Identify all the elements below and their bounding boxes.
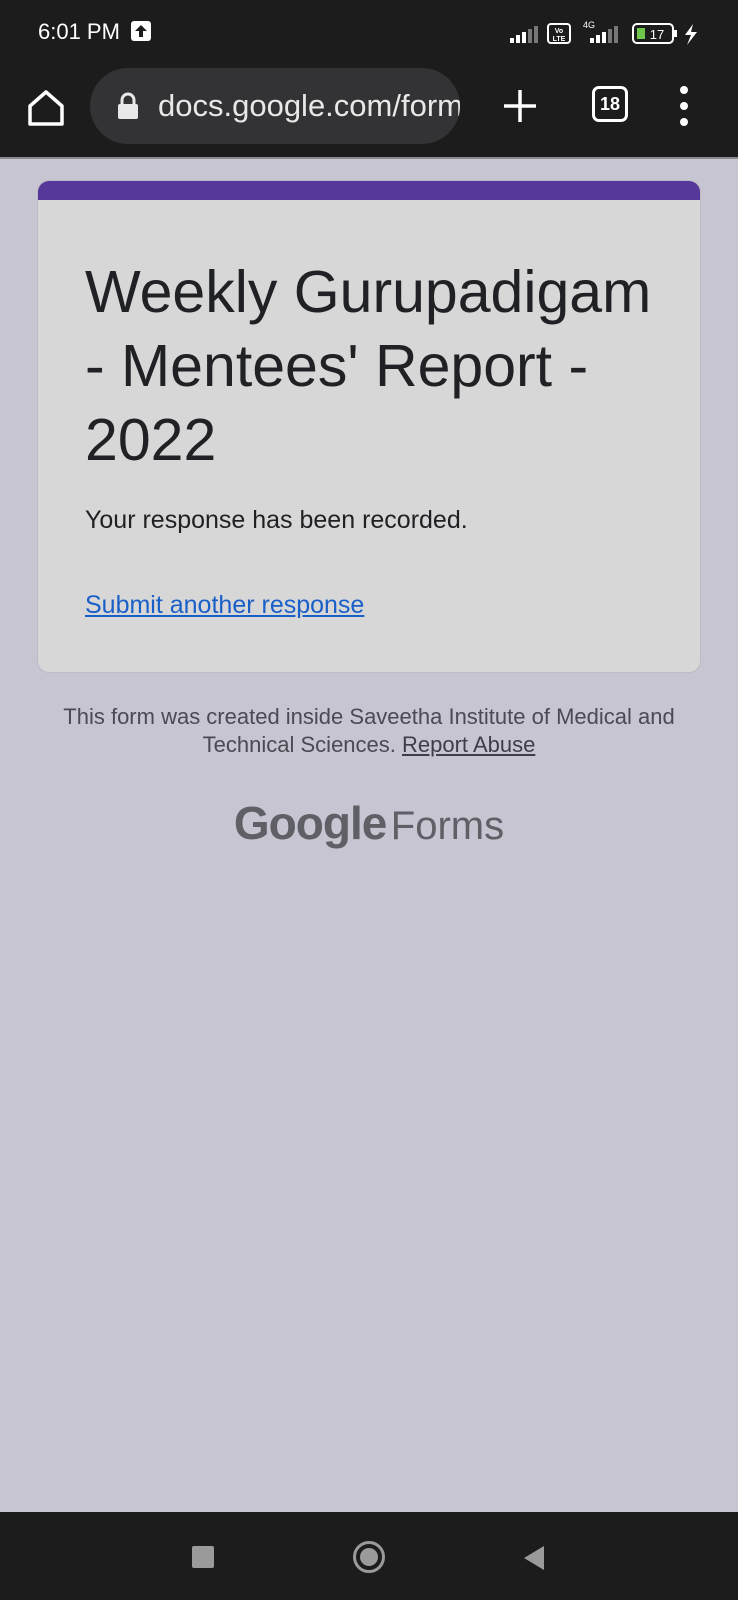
form-title: Weekly Gurupadigam - Mentees' Report - 2… (85, 259, 652, 473)
toolbar-divider (0, 157, 738, 159)
submit-another-response-link[interactable]: Submit another response (85, 591, 364, 620)
form-response-card: Weekly Gurupadigam - Mentees' Report - 2… (37, 180, 701, 673)
status-bar: 6:01 PM Vo LTE 4G 17 (0, 0, 738, 64)
browser-toolbar: docs.google.com/forms 18 (0, 64, 738, 158)
recents-button[interactable] (192, 1546, 214, 1568)
brand-google: Google (233, 797, 387, 849)
plus-icon[interactable] (500, 86, 540, 126)
more-vert-icon[interactable] (672, 84, 696, 128)
battery-level: 17 (650, 27, 664, 42)
url-bar[interactable]: docs.google.com/forms (90, 68, 460, 144)
google-forms-logo[interactable]: Google Forms (0, 796, 738, 850)
footer-created-text: This form was created inside Saveetha In… (63, 704, 675, 757)
svg-text:LTE: LTE (553, 36, 566, 43)
status-icons: Vo LTE 4G 17 (510, 20, 697, 45)
lock-icon (118, 92, 138, 119)
upload-icon (131, 21, 151, 41)
home-nav-button[interactable] (353, 1541, 385, 1573)
home-icon[interactable] (24, 86, 68, 130)
card-accent-bar (38, 181, 700, 200)
system-nav-bar (0, 1512, 738, 1600)
tab-switcher-button[interactable]: 18 (592, 86, 628, 122)
brand-forms: Forms (390, 804, 505, 848)
url-text: docs.google.com/forms (158, 88, 460, 123)
network-type-text: 4G (583, 20, 595, 30)
volte-text: Vo (555, 28, 563, 35)
form-footer-text: This form was created inside Saveetha In… (60, 703, 678, 759)
response-recorded-message: Your response has been recorded. (85, 506, 468, 534)
back-icon[interactable] (520, 1544, 546, 1572)
report-abuse-link[interactable]: Report Abuse (402, 732, 535, 757)
status-time: 6:01 PM (38, 19, 120, 44)
